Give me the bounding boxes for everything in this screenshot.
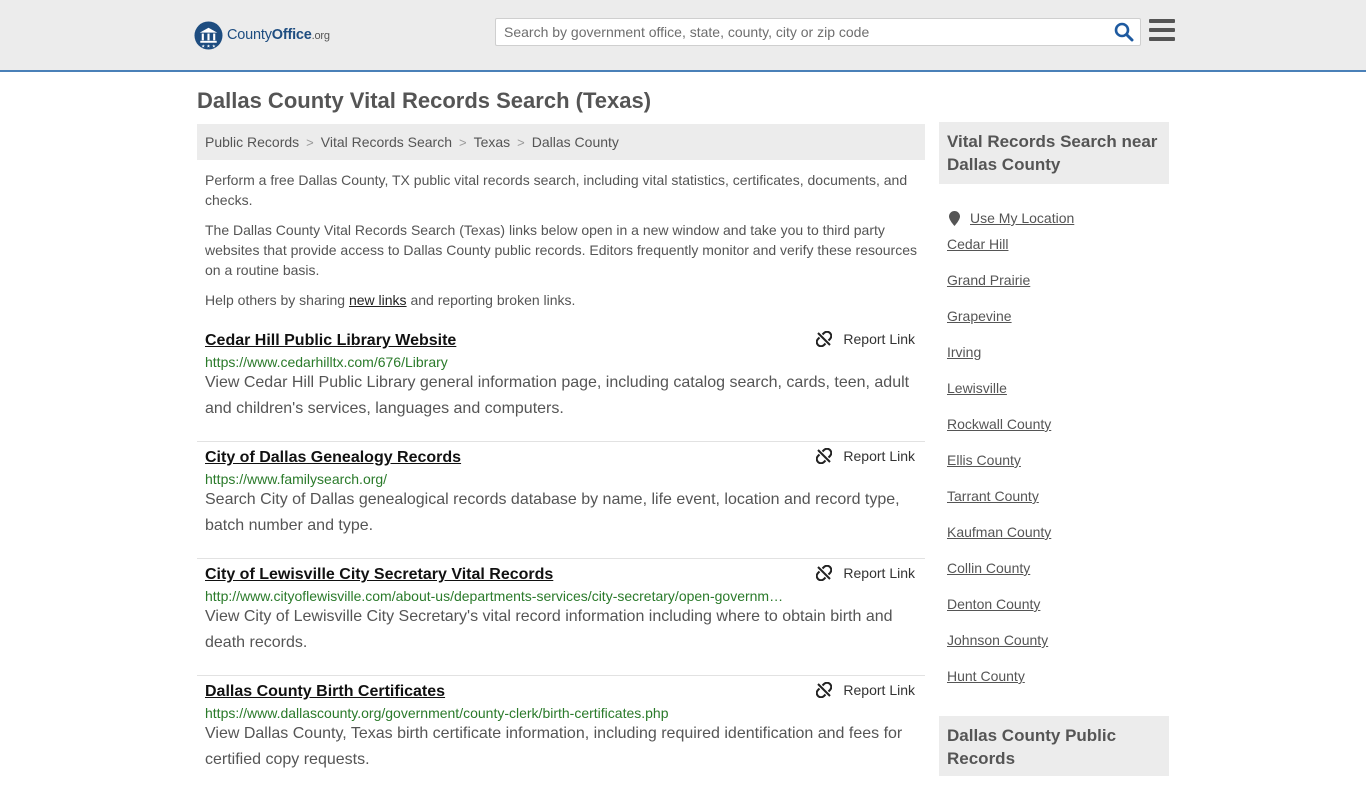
breadcrumb-vital-records-search[interactable]: Vital Records Search: [321, 134, 452, 150]
nearby-link-tarrant-county[interactable]: Tarrant County: [947, 488, 1039, 504]
breadcrumb-dallas-county[interactable]: Dallas County: [532, 134, 619, 150]
public-records-panel-title: Dallas County Public Records: [947, 726, 1117, 768]
hamburger-menu-icon[interactable]: [1149, 19, 1175, 43]
nearby-link-item: Grand Prairie: [947, 272, 1167, 308]
nearby-panel-header: Vital Records Search near Dallas County: [939, 122, 1169, 184]
nearby-link-item: Grapevine: [947, 308, 1167, 344]
result-description: View Cedar Hill Public Library general i…: [205, 374, 910, 417]
nearby-link-item: Hunt County: [947, 668, 1167, 704]
intro-help-text: Help others by sharing: [205, 292, 349, 308]
map-pin-icon: [949, 210, 960, 226]
breadcrumb-public-records[interactable]: Public Records: [205, 134, 299, 150]
top-bar: ★ ★ ★ CountyOffice.org: [0, 0, 1366, 72]
result-item: City of Lewisville City Secretary Vital …: [197, 559, 925, 676]
result-url[interactable]: https://www.dallascounty.org/government/…: [205, 705, 785, 721]
logo-wordmark: CountyOffice.org: [227, 27, 330, 43]
nearby-link-item: Ellis County: [947, 452, 1167, 488]
nearby-link-lewisville[interactable]: Lewisville: [947, 380, 1007, 396]
nearby-link-item: Tarrant County: [947, 488, 1167, 524]
broken-link-icon: [816, 331, 833, 347]
nearby-link-item: Lewisville: [947, 380, 1167, 416]
search-icon[interactable]: [1114, 22, 1134, 42]
result-url[interactable]: https://www.cedarhilltx.com/676/Library: [205, 354, 785, 370]
nearby-link-item: Irving: [947, 344, 1167, 380]
report-link-button[interactable]: Report Link: [816, 448, 915, 464]
broken-link-icon: [816, 448, 833, 464]
intro-help-text-end: and reporting broken links.: [406, 292, 576, 308]
broken-link-icon: [816, 565, 833, 581]
nearby-link-grapevine[interactable]: Grapevine: [947, 308, 1012, 324]
nearby-link-item: Denton County: [947, 596, 1167, 632]
report-link-button[interactable]: Report Link: [816, 565, 915, 581]
report-link-label: Report Link: [843, 331, 915, 347]
breadcrumb-separator-icon: >: [459, 134, 467, 150]
result-description: View Dallas County, Texas birth certific…: [205, 725, 903, 768]
report-link-label: Report Link: [843, 565, 915, 581]
nearby-link-kaufman-county[interactable]: Kaufman County: [947, 524, 1051, 540]
report-link-label: Report Link: [843, 682, 915, 698]
intro-text: Perform a free Dallas County, TX public …: [205, 170, 920, 320]
nearby-links-list: Use My Location Cedar Hill Grand Prairie…: [947, 200, 1167, 704]
result-item: Cedar Hill Public Library Website Report…: [197, 325, 925, 442]
nearby-panel-title: Vital Records Search near Dallas County: [947, 132, 1158, 174]
search-box: [495, 18, 1141, 46]
use-location-item: Use My Location: [947, 200, 1167, 236]
nearby-link-item: Rockwall County: [947, 416, 1167, 452]
nearby-link-grand-prairie[interactable]: Grand Prairie: [947, 272, 1030, 288]
result-description: Search City of Dallas genealogical recor…: [205, 491, 900, 534]
nearby-link-item: Collin County: [947, 560, 1167, 596]
intro-paragraph-3: Help others by sharing new links and rep…: [205, 290, 920, 310]
page-title: Dallas County Vital Records Search (Texa…: [197, 88, 652, 113]
nearby-link-rockwall-county[interactable]: Rockwall County: [947, 416, 1051, 432]
nearby-link-denton-county[interactable]: Denton County: [947, 596, 1040, 612]
nearby-link-johnson-county[interactable]: Johnson County: [947, 632, 1048, 648]
result-title-link[interactable]: Dallas County Birth Certificates: [205, 683, 445, 701]
svg-text:★ ★ ★: ★ ★ ★: [201, 43, 216, 49]
nearby-link-ellis-county[interactable]: Ellis County: [947, 452, 1021, 468]
nearby-link-item: Cedar Hill: [947, 236, 1167, 272]
search-input[interactable]: [496, 19, 1112, 45]
results-list: Cedar Hill Public Library Website Report…: [197, 325, 925, 793]
nearby-link-item: Johnson County: [947, 632, 1167, 668]
result-title-link[interactable]: City of Lewisville City Secretary Vital …: [205, 566, 553, 584]
broken-link-icon: [816, 682, 833, 698]
result-title-link[interactable]: City of Dallas Genealogy Records: [205, 449, 461, 467]
public-records-panel-header: Dallas County Public Records: [939, 716, 1169, 776]
nearby-link-collin-county[interactable]: Collin County: [947, 560, 1030, 576]
nearby-link-irving[interactable]: Irving: [947, 344, 981, 360]
breadcrumb-texas[interactable]: Texas: [474, 134, 511, 150]
result-url[interactable]: https://www.familysearch.org/: [205, 471, 785, 487]
breadcrumb-separator-icon: >: [517, 134, 525, 150]
report-link-button[interactable]: Report Link: [816, 682, 915, 698]
site-logo[interactable]: ★ ★ ★ CountyOffice.org: [194, 20, 330, 50]
new-links-link[interactable]: new links: [349, 292, 407, 308]
result-title-link[interactable]: Cedar Hill Public Library Website: [205, 332, 456, 350]
report-link-label: Report Link: [843, 448, 915, 464]
result-item: Dallas County Birth Certificates Report …: [197, 676, 925, 793]
result-url[interactable]: http://www.cityoflewisville.com/about-us…: [205, 588, 785, 604]
result-item: City of Dallas Genealogy Records Report …: [197, 442, 925, 559]
logo-emblem-icon: ★ ★ ★: [194, 20, 223, 49]
breadcrumb: Public Records > Vital Records Search > …: [197, 124, 925, 160]
use-my-location-link[interactable]: Use My Location: [970, 210, 1074, 226]
report-link-button[interactable]: Report Link: [816, 331, 915, 347]
breadcrumb-separator-icon: >: [306, 134, 314, 150]
intro-paragraph-2: The Dallas County Vital Records Search (…: [205, 222, 918, 278]
result-description: View City of Lewisville City Secretary's…: [205, 608, 893, 651]
nearby-link-hunt-county[interactable]: Hunt County: [947, 668, 1025, 684]
intro-paragraph-1: Perform a free Dallas County, TX public …: [205, 172, 908, 208]
nearby-link-item: Kaufman County: [947, 524, 1167, 560]
nearby-link-cedar-hill[interactable]: Cedar Hill: [947, 236, 1008, 252]
